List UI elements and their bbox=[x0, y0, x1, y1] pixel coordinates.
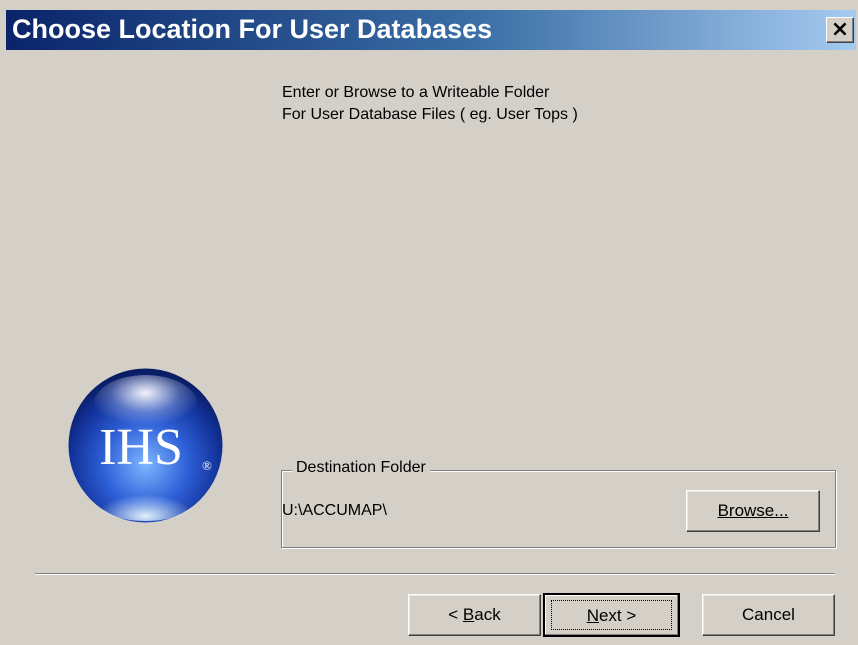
destination-folder-group: Destination Folder U:\ACCUMAP\ Browse... bbox=[281, 459, 836, 548]
back-button-label: < Back bbox=[448, 605, 501, 624]
close-button[interactable]: × bbox=[826, 17, 854, 43]
instructions-text: Enter or Browse to a Writeable Folder Fo… bbox=[282, 82, 578, 126]
instruction-line-2: For User Database Files ( eg. User Tops … bbox=[282, 106, 578, 123]
close-icon: × bbox=[830, 17, 850, 42]
browse-button-label: Browse... bbox=[717, 501, 789, 520]
separator-line bbox=[35, 573, 835, 575]
instruction-line-1: Enter or Browse to a Writeable Folder bbox=[282, 84, 550, 101]
browse-button[interactable]: Browse... bbox=[686, 490, 820, 532]
dialog-title: Choose Location For User Databases bbox=[12, 14, 493, 44]
setup-dialog: Choose Location For User Databases × Ent… bbox=[0, 0, 858, 645]
ihs-globe-logo: IHS ® bbox=[68, 368, 223, 523]
title-bar[interactable]: Choose Location For User Databases × bbox=[6, 10, 856, 50]
cancel-button[interactable]: Cancel bbox=[702, 594, 835, 636]
destination-path: U:\ACCUMAP\ bbox=[282, 502, 387, 519]
logo-text: IHS bbox=[99, 419, 183, 476]
cancel-button-label: Cancel bbox=[742, 605, 795, 624]
back-button[interactable]: < Back bbox=[408, 594, 541, 636]
next-button[interactable]: Next > bbox=[543, 593, 680, 637]
next-button-label: Next > bbox=[586, 606, 637, 625]
destination-folder-label: Destination Folder bbox=[292, 459, 430, 477]
logo-registered-mark: ® bbox=[202, 458, 212, 473]
